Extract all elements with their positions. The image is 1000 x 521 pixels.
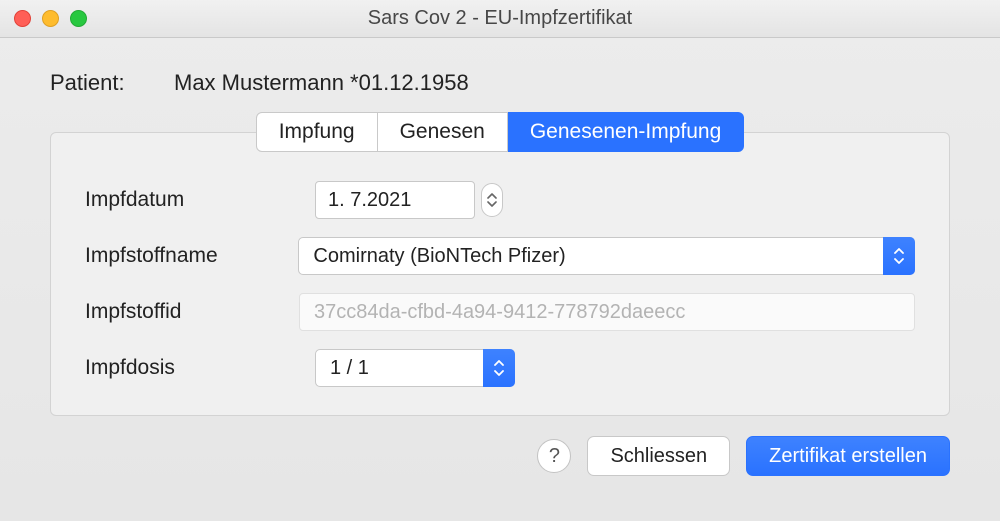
row-impfstoffname: Impfstoffname Comirnaty (BioNTech Pfizer… (85, 237, 915, 275)
traffic-lights (14, 10, 87, 27)
field-impfstoffid: 37cc84da-cfbd-4a94-9412-778792daeecc (299, 293, 915, 331)
close-button[interactable]: Schliessen (587, 436, 730, 476)
tab-impfung[interactable]: Impfung (256, 112, 378, 152)
label-impfdosis: Impfdosis (85, 356, 315, 380)
select-impfdosis-value: 1 / 1 (330, 357, 369, 380)
input-impfdatum[interactable]: 1. 7.2021 (315, 181, 475, 219)
select-impfstoffname[interactable]: Comirnaty (BioNTech Pfizer) (298, 237, 915, 275)
dropdown-indicator-icon (883, 237, 915, 275)
label-impfstoffname: Impfstoffname (85, 244, 298, 268)
select-impfstoffname-value: Comirnaty (BioNTech Pfizer) (313, 245, 565, 268)
content-area: Patient: Max Mustermann *01.12.1958 Impf… (0, 38, 1000, 494)
window-zoom-button[interactable] (70, 10, 87, 27)
tab-genesen[interactable]: Genesen (378, 112, 508, 152)
button-row: ? Schliessen Zertifikat erstellen (50, 436, 950, 476)
tabs: Impfung Genesen Genesenen-Impfung (50, 112, 950, 152)
label-impfdatum: Impfdatum (85, 188, 315, 212)
dropdown-indicator-icon (483, 349, 515, 387)
tab-genesenen-impfung[interactable]: Genesenen-Impfung (508, 112, 744, 152)
window-close-button[interactable] (14, 10, 31, 27)
patient-name: Max Mustermann *01.12.1958 (174, 70, 469, 96)
help-icon: ? (549, 445, 560, 468)
window-minimize-button[interactable] (42, 10, 59, 27)
chevron-up-icon (487, 193, 497, 200)
row-impfstoffid: Impfstoffid 37cc84da-cfbd-4a94-9412-7787… (85, 293, 915, 331)
row-impfdosis: Impfdosis 1 / 1 (85, 349, 915, 387)
date-stepper[interactable] (481, 183, 503, 217)
chevron-down-icon (487, 200, 497, 207)
create-certificate-button[interactable]: Zertifikat erstellen (746, 436, 950, 476)
label-impfstoffid: Impfstoffid (85, 300, 299, 324)
patient-label: Patient: (50, 70, 140, 96)
row-impfdatum: Impfdatum 1. 7.2021 (85, 181, 915, 219)
window-titlebar: Sars Cov 2 - EU-Impfzertifikat (0, 0, 1000, 38)
form-group: Impfdatum 1. 7.2021 Impfstoffname Comirn… (50, 132, 950, 416)
patient-row: Patient: Max Mustermann *01.12.1958 (50, 70, 950, 96)
date-wrap: 1. 7.2021 (315, 181, 503, 219)
select-impfdosis[interactable]: 1 / 1 (315, 349, 515, 387)
window-title: Sars Cov 2 - EU-Impfzertifikat (0, 7, 1000, 30)
help-button[interactable]: ? (537, 439, 571, 473)
